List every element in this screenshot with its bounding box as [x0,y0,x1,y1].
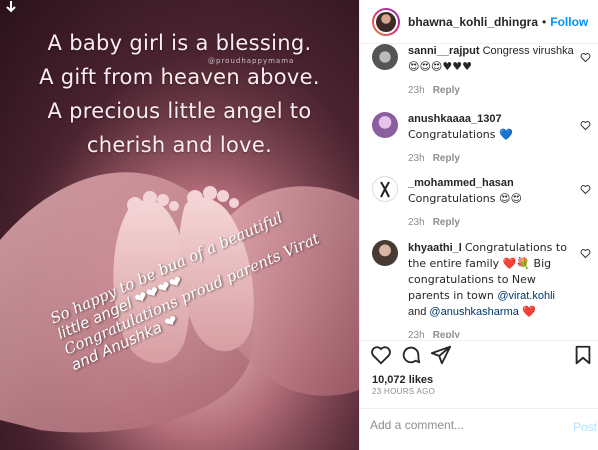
avatar[interactable] [372,176,398,202]
comment-input[interactable] [370,418,560,432]
post-sidebar: bhawna_kohli_dhingra • Follow sanni__raj… [359,0,598,450]
reply-button[interactable]: Reply [433,217,460,228]
heart-icon[interactable] [580,120,591,131]
likes-count[interactable]: 10,072 likes [372,374,433,386]
heart-icon[interactable] [580,52,591,63]
comment-time[interactable]: 23h [408,330,425,338]
add-comment-bar: Post [360,408,598,450]
comment-item: _mohammed_hasan Congratulations 😍😍 23h Re… [370,176,595,230]
action-bar [360,340,598,372]
reply-button[interactable]: Reply [433,85,460,96]
mention-link[interactable]: @anushkasharma [429,306,518,318]
comment-icon[interactable] [400,344,422,366]
separator: • [542,14,547,29]
comment-text: Congratulations 😍😍 [408,192,522,205]
bookmark-icon[interactable] [572,344,594,366]
quote-line: A precious little angel to [47,99,312,123]
comment-username[interactable]: _mohammed_hasan [408,177,514,189]
comment-emoji: 😍😍😍♥♥♥ [408,60,472,73]
reply-button[interactable]: Reply [433,330,460,338]
post-header: bhawna_kohli_dhingra • Follow [360,0,598,44]
comment-username[interactable]: anushkaaaa_1307 [408,113,502,125]
comment-item: sanni__rajput Congress virushka 😍😍😍♥♥♥ 2… [370,44,595,98]
comment-item: anushkaaaa_1307 Congratulations 💙 23h Rep… [370,112,595,166]
follow-button[interactable]: Follow [550,15,588,29]
comment-emoji: ❤️ [518,305,537,318]
comments-list: sanni__rajput Congress virushka 😍😍😍♥♥♥ 2… [360,44,598,338]
heart-icon[interactable] [580,248,591,259]
down-arrow-icon[interactable] [4,0,18,14]
comment-text: Congress virushka [482,45,574,57]
post-timestamp[interactable]: 23 HOURS AGO [372,387,435,396]
comment-time[interactable]: 23h [408,153,425,164]
comment-username[interactable]: khyaathi_l [408,242,462,254]
avatar[interactable] [372,240,398,266]
comment-time[interactable]: 23h [408,85,425,96]
quote-line: cherish and love. [86,133,273,157]
comment-text: Congratulations 💙 [408,128,513,141]
mention-link[interactable]: @virat.kohli [497,290,555,302]
heart-icon[interactable] [370,344,392,366]
username[interactable]: bhawna_kohli_dhingra [408,15,538,29]
comment-time[interactable]: 23h [408,217,425,228]
avatar[interactable] [372,44,398,70]
comment-username[interactable]: sanni__rajput [408,45,480,57]
quote-line: A gift from heaven above. [39,65,320,89]
avatar[interactable] [372,112,398,138]
comment-text: and [408,306,430,318]
quote-line: A baby girl is a blessing. [47,31,312,55]
heart-icon[interactable] [580,184,591,195]
post-image[interactable]: A baby girl is a blessing. A gift from h… [0,0,359,450]
post-button[interactable]: Post [573,420,597,434]
avatar[interactable] [372,7,400,36]
reply-button[interactable]: Reply [433,153,460,164]
quote-text: A baby girl is a blessing. A gift from h… [0,26,359,162]
comment-item: khyaathi_l Congratulations to the entire… [370,240,595,338]
watermark: @proudhappymama [208,57,295,65]
share-icon[interactable] [430,344,452,366]
